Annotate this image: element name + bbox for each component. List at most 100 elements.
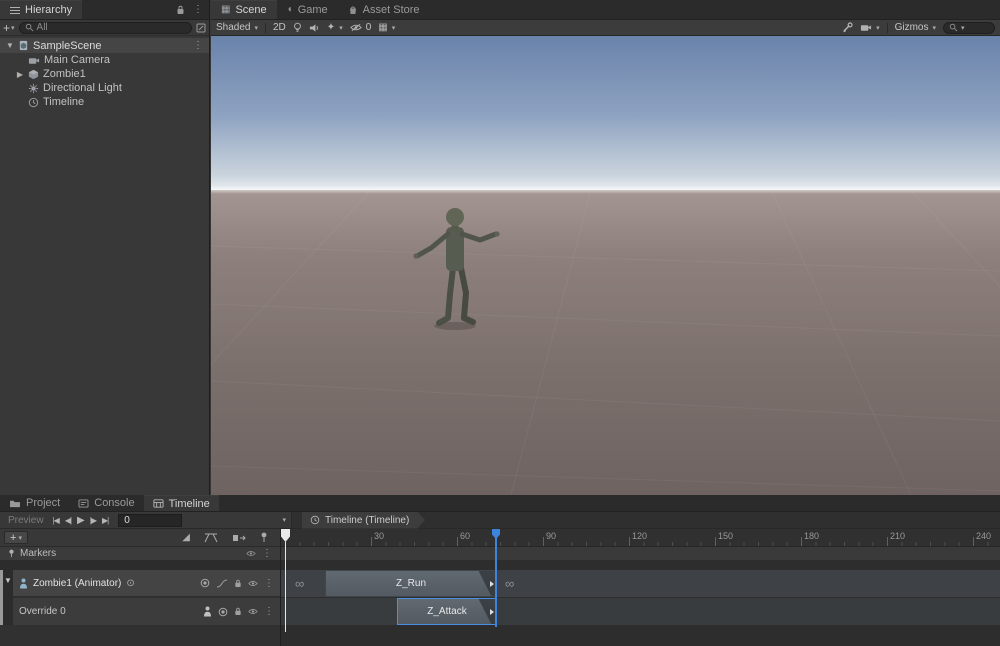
scene-lighting-icon[interactable] — [293, 22, 302, 33]
track-options-icon[interactable]: ⋮ — [264, 578, 274, 589]
preview-toggle-button[interactable]: Preview — [5, 515, 47, 526]
tab-timeline[interactable]: Timeline — [143, 495, 219, 511]
marker-pin-icon — [8, 549, 15, 558]
add-track-button[interactable]: + ▾ — [4, 531, 28, 544]
hierarchy-item-timeline[interactable]: Timeline — [0, 95, 209, 109]
hierarchy-item-directional-light[interactable]: Directional Light — [0, 81, 209, 95]
curves-icon[interactable] — [216, 578, 228, 588]
lock-icon[interactable] — [234, 579, 242, 588]
camera-icon — [28, 56, 40, 65]
clip-z-run[interactable]: Z_Run — [325, 570, 497, 597]
hierarchy-search-input[interactable]: All — [18, 21, 192, 34]
tab-game[interactable]: ◖ Game — [277, 0, 338, 19]
infinity-icon: ∞ — [295, 576, 305, 591]
foldout-open-icon[interactable]: ▼ — [6, 41, 14, 50]
chevron-down-icon: ▾ — [932, 24, 936, 32]
scene-grid-toggle[interactable]: ▦ ▾ — [378, 22, 395, 33]
markers-track-header[interactable]: Markers ⋮ — [0, 547, 280, 561]
override-track-header[interactable]: Override 0 ⋮ — [13, 598, 280, 625]
animator-track-header[interactable]: Zombie1 (Animator) ⊙ ⋮ — [13, 570, 280, 597]
previous-frame-button[interactable]: ◀| — [65, 516, 72, 525]
tab-asset-store-label: Asset Store — [362, 3, 420, 16]
breadcrumb-label: Timeline (Timeline) — [325, 514, 410, 526]
search-icon — [949, 23, 958, 32]
clip-handle-icon[interactable] — [490, 608, 494, 615]
chevron-down-icon: ▾ — [18, 534, 22, 542]
record-button[interactable] — [218, 607, 228, 617]
avatar-mask-icon[interactable] — [203, 606, 212, 617]
tab-hierarchy[interactable]: Hierarchy — [0, 0, 83, 19]
zombie-character[interactable] — [405, 194, 505, 334]
scene-audio-icon[interactable] — [309, 23, 320, 33]
lock-icon[interactable] — [176, 5, 185, 15]
goto-start-button[interactable]: |◀ — [53, 516, 60, 525]
toggle-2d-button[interactable]: 2D — [273, 22, 286, 33]
divider — [886, 22, 888, 33]
track-group-foldout-icon[interactable]: ▼ — [4, 576, 12, 585]
scene-grid-lines — [211, 189, 1000, 495]
scene-viewport[interactable] — [211, 36, 1000, 495]
add-object-button[interactable]: + ▾ — [3, 21, 15, 35]
eye-icon[interactable] — [248, 580, 258, 587]
gameobject-icon — [28, 69, 39, 80]
bottom-tabbar: Project Console Timeline — [0, 495, 1000, 512]
scene-effects-dropdown[interactable]: ✦ ▾ — [327, 22, 343, 33]
shading-mode-label: Shaded — [216, 22, 251, 33]
track-options-icon[interactable]: ⋮ — [264, 606, 274, 617]
track-group-color-bar — [0, 570, 3, 625]
item-label: Timeline — [43, 96, 85, 108]
timeline-transport-row: Preview |◀ ◀| ▶ |▶ ▶| 0 ▾ Timeline (Time… — [0, 512, 1000, 529]
eye-icon[interactable] — [248, 608, 258, 615]
foldout-closed-icon[interactable]: ▶ — [16, 70, 24, 79]
frame-number-field[interactable]: 0 — [118, 513, 183, 527]
shading-mode-dropdown[interactable]: Shaded ▾ — [216, 22, 258, 33]
edit-mode-replace-icon[interactable] — [260, 532, 268, 543]
scene-visibility-toggle[interactable]: 0 — [349, 22, 371, 33]
edit-mode-mix-icon[interactable] — [204, 533, 218, 543]
gizmos-dropdown[interactable]: Gizmos ▾ — [895, 22, 936, 33]
track-options-icon[interactable]: ⋮ — [262, 548, 272, 559]
timeline-tab-icon — [153, 498, 164, 509]
hierarchy-toolbar: + ▾ All — [0, 20, 209, 36]
chevron-down-icon: ▾ — [961, 24, 965, 32]
game-icon: ◖ — [286, 3, 293, 15]
hierarchy-item-samplescene[interactable]: ▼ SampleScene ⋮ — [0, 38, 209, 53]
scene-options-icon[interactable]: ⋮ — [193, 40, 209, 51]
curves-view-toggle-icon[interactable]: ◢ — [182, 532, 190, 543]
scene-camera-dropdown[interactable]: ▾ — [860, 23, 880, 32]
hierarchy-item-zombie1[interactable]: ▶ Zombie1 — [0, 67, 209, 81]
lock-icon[interactable] — [234, 607, 242, 616]
light-icon — [28, 83, 39, 94]
next-frame-button[interactable]: |▶ — [90, 516, 97, 525]
tab-console[interactable]: Console — [69, 495, 143, 511]
clip-handle-icon[interactable] — [490, 580, 494, 587]
plus-icon: + — [3, 20, 11, 35]
timeline-ruler[interactable]: 30 60 90 120 150 180 210 240 — [281, 529, 1000, 547]
breadcrumb[interactable]: Timeline (Timeline) — [302, 512, 425, 529]
edit-mode-ripple-icon[interactable] — [232, 533, 246, 543]
panel-menu-icon[interactable]: ⋮ — [193, 4, 203, 15]
tab-project[interactable]: Project — [0, 495, 69, 511]
hierarchy-item-main-camera[interactable]: Main Camera — [0, 53, 209, 67]
timeline-clip-area[interactable]: 30 60 90 120 150 180 210 240 ∞ ∞ Z_Run Z… — [281, 529, 1000, 646]
object-picker-icon[interactable]: ⊙ — [126, 578, 134, 589]
clip-z-attack[interactable]: Z_Attack — [397, 598, 497, 625]
tab-scene-label: Scene — [235, 4, 267, 16]
timeline-options-dropdown-icon[interactable]: ▾ — [282, 516, 286, 524]
override-track-lane[interactable] — [281, 598, 1000, 625]
markers-label: Markers — [20, 548, 57, 559]
scene-search-input[interactable]: ▾ — [943, 21, 995, 34]
markers-lane[interactable] — [281, 547, 1000, 561]
chevron-down-icon: ▾ — [876, 24, 880, 32]
tab-asset-store[interactable]: Asset Store — [338, 0, 430, 19]
eye-icon[interactable] — [246, 550, 256, 557]
chevron-down-icon: ▾ — [11, 24, 15, 32]
customize-tools-icon[interactable] — [842, 22, 853, 33]
track-list-spacer — [0, 561, 280, 570]
hamburger-icon — [10, 6, 20, 14]
tab-scene[interactable]: ▦ Scene — [211, 0, 277, 19]
play-button[interactable]: ▶ — [77, 515, 85, 526]
record-button[interactable] — [200, 578, 210, 588]
scene-picking-icon[interactable] — [196, 23, 206, 33]
goto-end-button[interactable]: ▶| — [102, 516, 109, 525]
